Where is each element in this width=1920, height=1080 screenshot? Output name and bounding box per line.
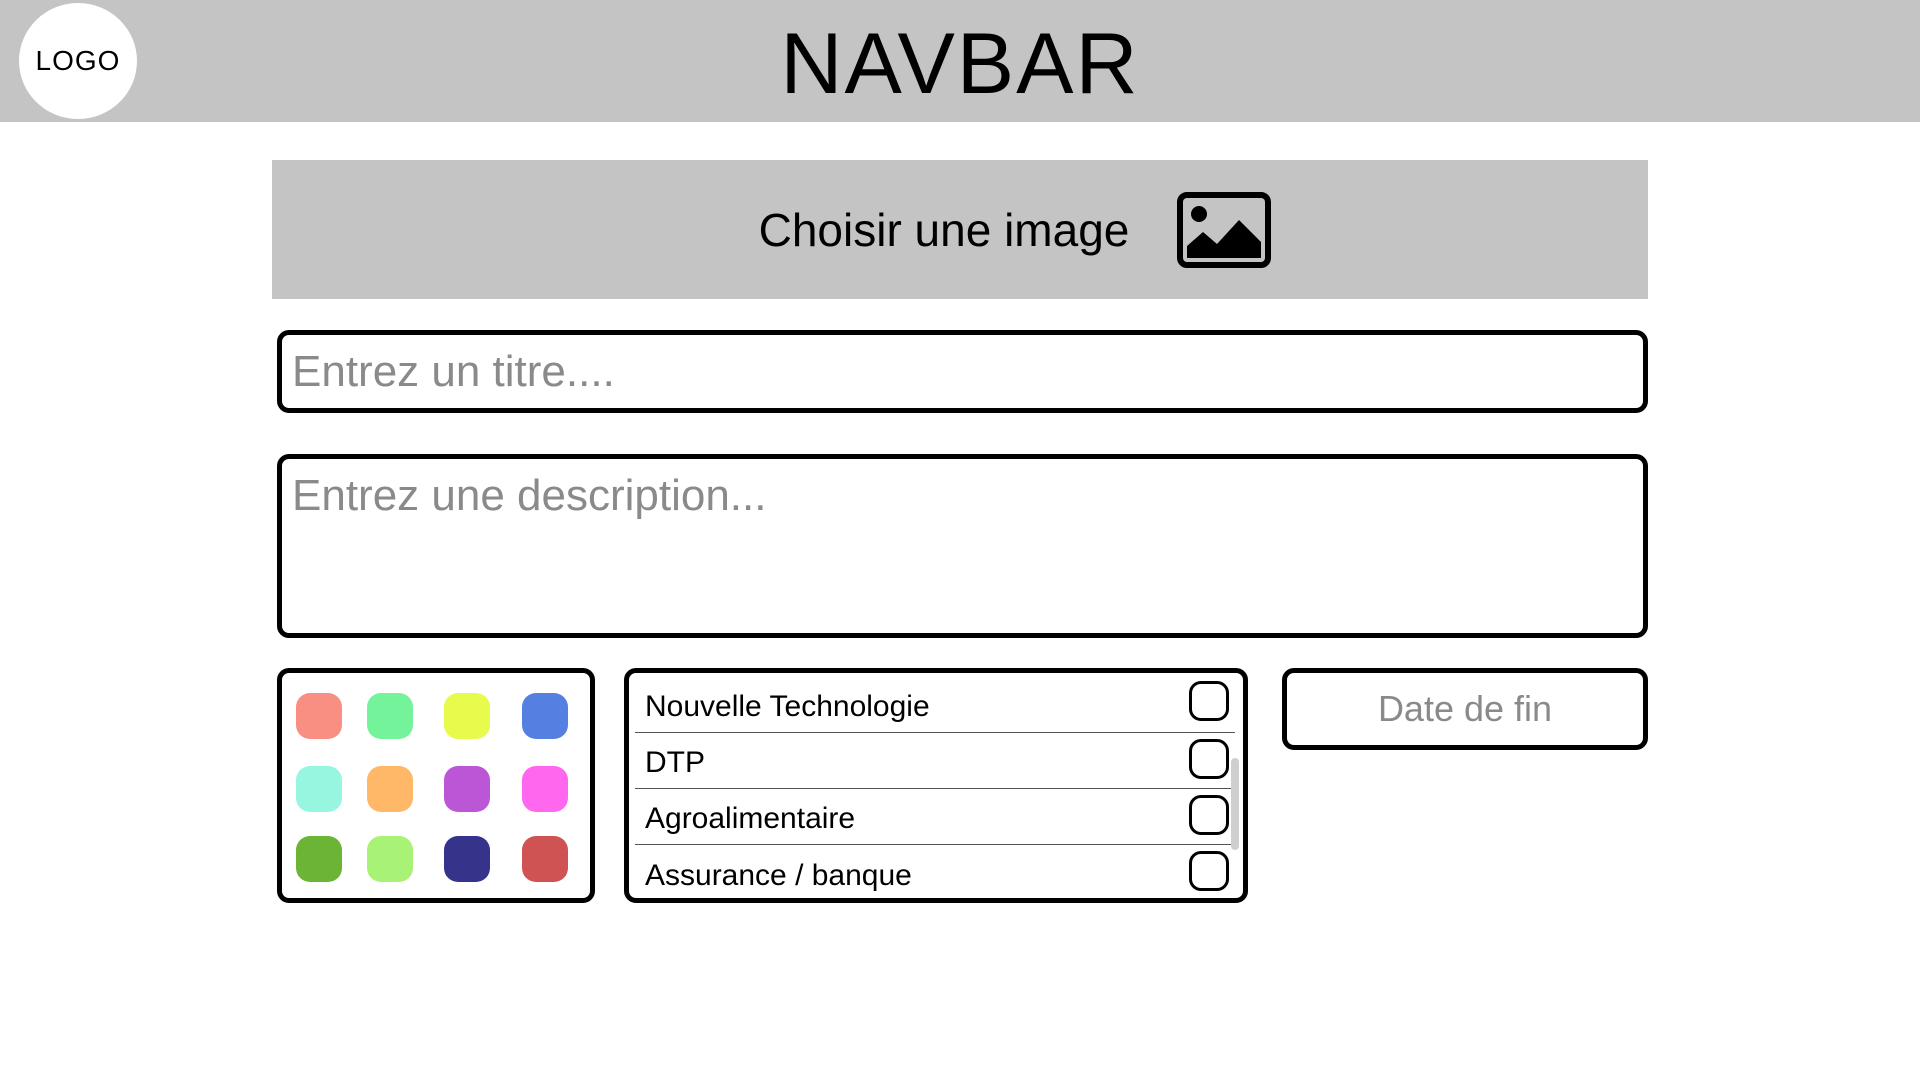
category-item[interactable]: DTP: [635, 733, 1235, 789]
color-swatch[interactable]: [522, 766, 568, 812]
color-swatch[interactable]: [296, 693, 342, 739]
navbar: LOGO NAVBAR: [0, 0, 1920, 122]
color-swatch[interactable]: [522, 836, 568, 882]
description-input[interactable]: [277, 454, 1648, 638]
category-checkbox[interactable]: [1189, 681, 1229, 721]
image-icon: [1177, 191, 1272, 268]
navbar-title: NAVBAR: [780, 15, 1140, 112]
category-scrollbar[interactable]: [1231, 758, 1239, 850]
choose-image-button[interactable]: Choisir une image: [272, 160, 1648, 299]
color-swatch[interactable]: [444, 693, 490, 739]
category-label: DTP: [645, 746, 705, 779]
category-item[interactable]: Assurance / banque: [635, 845, 1235, 898]
color-swatch[interactable]: [367, 766, 413, 812]
color-swatch[interactable]: [444, 766, 490, 812]
color-swatch[interactable]: [367, 836, 413, 882]
category-label: Nouvelle Technologie: [645, 690, 930, 723]
category-checkbox[interactable]: [1189, 739, 1229, 779]
color-picker: [277, 668, 595, 903]
color-swatch[interactable]: [296, 766, 342, 812]
end-date-input[interactable]: [1282, 668, 1648, 750]
color-swatch[interactable]: [444, 836, 490, 882]
choose-image-label: Choisir une image: [758, 203, 1130, 256]
category-checkbox[interactable]: [1189, 851, 1229, 891]
category-checkbox[interactable]: [1189, 795, 1229, 835]
category-label: Agroalimentaire: [645, 802, 856, 835]
category-list: Nouvelle Technologie DTP Agroalimentaire…: [624, 668, 1248, 903]
title-input[interactable]: [277, 330, 1648, 413]
color-swatch[interactable]: [296, 836, 342, 882]
category-item[interactable]: Nouvelle Technologie: [635, 673, 1235, 733]
category-item[interactable]: Agroalimentaire: [635, 789, 1235, 845]
color-swatch[interactable]: [367, 693, 413, 739]
category-label: Assurance / banque: [645, 859, 912, 892]
color-swatch[interactable]: [522, 693, 568, 739]
